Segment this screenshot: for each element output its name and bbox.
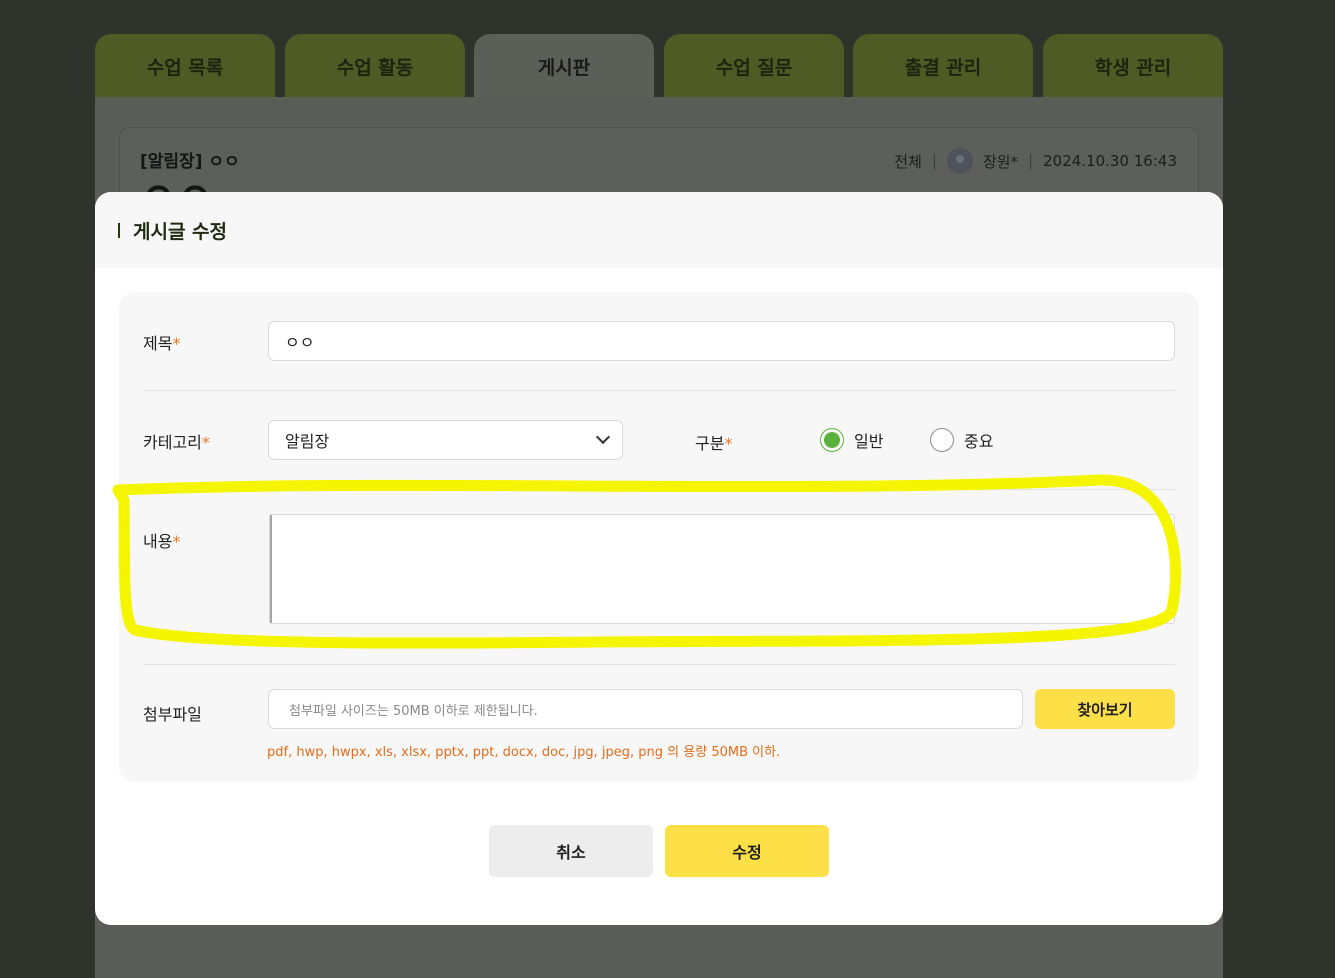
category-select-value: 알림장 [285, 432, 330, 451]
post-title: [알림장] ㅇㅇ [140, 152, 240, 172]
post-meta: 전체 | 장원* | 2024.10.30 16:43 [894, 148, 1177, 174]
edit-form: 제목* ㅇㅇ 카테고리* 알림장 구분* 일반 중요 내용* 첨부파일 첨부파일… [119, 292, 1199, 782]
divider [143, 664, 1175, 665]
type-option-normal[interactable]: 일반 [820, 428, 883, 452]
avatar-icon [946, 148, 973, 174]
radio-selected-icon[interactable] [820, 428, 844, 452]
required-mark: * [724, 434, 733, 453]
type-label-text: 구분 [695, 434, 725, 453]
divider [143, 390, 1175, 391]
category-label-text: 카테고리 [143, 433, 202, 452]
meta-divider: | [1028, 152, 1034, 170]
tab-label: 수업 활동 [336, 57, 414, 79]
browse-button-label: 찾아보기 [1077, 700, 1133, 719]
title-input-value: ㅇㅇ [285, 333, 315, 352]
radio-label: 일반 [854, 432, 884, 451]
post-date: 2024.10.30 16:43 [1043, 152, 1177, 170]
title-bar-mark [118, 222, 120, 238]
tab-attendance[interactable]: 출결 관리 [853, 34, 1033, 97]
title-label: 제목* [143, 330, 180, 354]
content-label-text: 내용 [143, 532, 173, 551]
tab-label: 학생 관리 [1094, 57, 1172, 79]
submit-button-label: 수정 [732, 843, 762, 862]
required-mark: * [172, 532, 181, 551]
chevron-down-icon [595, 429, 611, 445]
tab-class-list[interactable]: 수업 목록 [95, 34, 275, 97]
category-select[interactable]: 알림장 [268, 420, 623, 460]
required-mark: * [172, 334, 181, 353]
attachment-placeholder: 첨부파일 사이즈는 50MB 이하로 제한됩니다. [289, 703, 538, 719]
tab-label: 출결 관리 [904, 57, 982, 79]
post-scope: 전체 [894, 152, 922, 171]
tab-board[interactable]: 게시판 [474, 34, 654, 97]
divider [143, 489, 1175, 490]
type-label: 구분* [695, 430, 732, 454]
cancel-button-label: 취소 [556, 843, 586, 862]
post-author: 장원* [982, 152, 1019, 171]
submit-button[interactable]: 수정 [665, 825, 829, 877]
tab-student-management[interactable]: 학생 관리 [1043, 34, 1223, 97]
attachment-hint: pdf, hwp, hwpx, xls, xlsx, pptx, ppt, do… [267, 745, 781, 760]
title-input[interactable]: ㅇㅇ [268, 321, 1175, 361]
browse-button[interactable]: 찾아보기 [1035, 689, 1175, 729]
tab-class-questions[interactable]: 수업 질문 [664, 34, 844, 97]
attachment-label: 첨부파일 [143, 701, 202, 725]
meta-divider: | [931, 152, 937, 170]
attachment-input[interactable]: 첨부파일 사이즈는 50MB 이하로 제한됩니다. [268, 689, 1023, 729]
title-label-text: 제목 [143, 334, 173, 353]
modal-title: 게시글 수정 [133, 220, 228, 243]
radio-unselected-icon[interactable] [930, 428, 954, 452]
content-label: 내용* [143, 528, 180, 552]
board-tabs: 수업 목록 수업 활동 게시판 수업 질문 출결 관리 학생 관리 [95, 34, 1223, 97]
cancel-button[interactable]: 취소 [489, 825, 653, 877]
radio-label: 중요 [964, 432, 994, 451]
modal-header: 게시글 수정 [95, 192, 1223, 268]
required-mark: * [201, 433, 210, 452]
tab-class-activity[interactable]: 수업 활동 [285, 34, 465, 97]
edit-post-modal: 게시글 수정 제목* ㅇㅇ 카테고리* 알림장 구분* 일반 중요 내용* 첨부… [95, 192, 1223, 925]
type-option-important[interactable]: 중요 [930, 428, 993, 452]
tab-label: 수업 질문 [715, 57, 793, 79]
category-label: 카테고리* [143, 429, 210, 453]
attachment-label-text: 첨부파일 [143, 705, 202, 724]
tab-label: 수업 목록 [146, 57, 224, 79]
content-textarea[interactable] [269, 514, 1175, 624]
tab-label: 게시판 [537, 57, 591, 79]
